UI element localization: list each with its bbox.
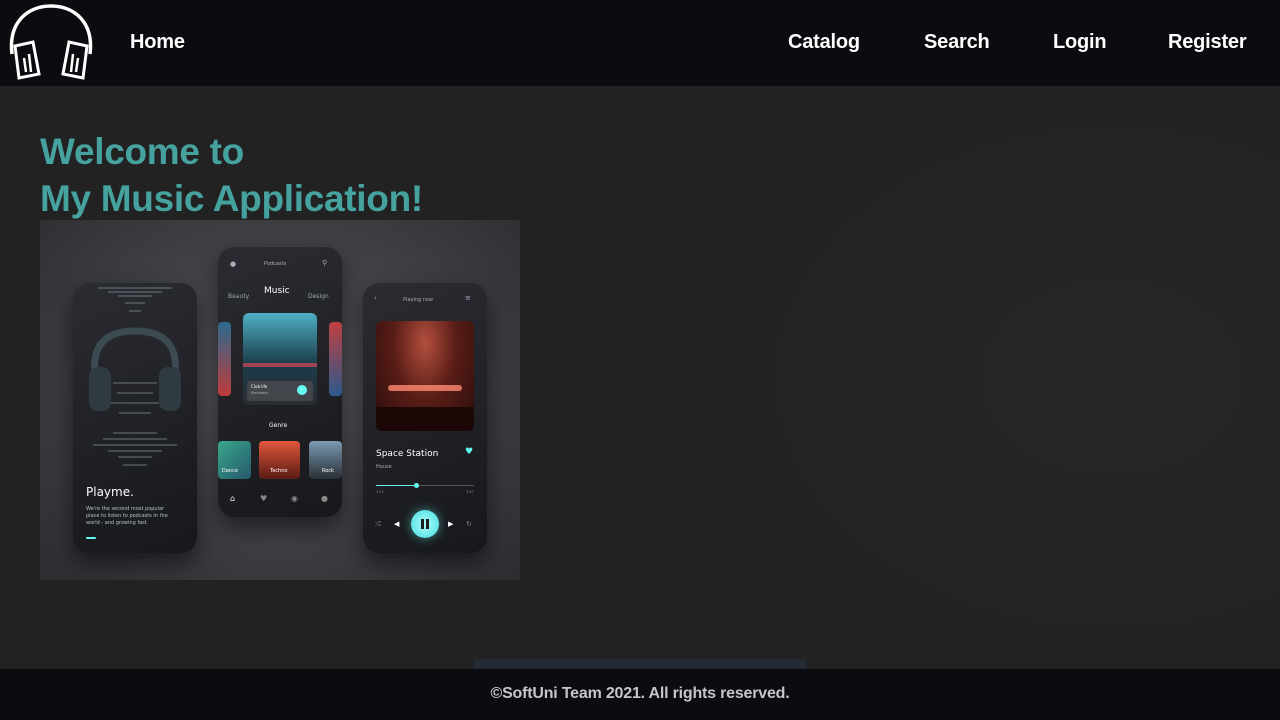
- bell-icon: ●: [230, 260, 237, 268]
- playme-tagline-3: world - and growing fast.: [86, 520, 149, 526]
- tab-music: Music: [264, 286, 290, 296]
- play-button-icon[interactable]: [297, 385, 307, 395]
- repeat-icon[interactable]: ↻: [466, 520, 472, 528]
- playing-now-header: Playing now: [403, 297, 434, 303]
- profile-icon[interactable]: ●: [321, 494, 328, 503]
- genre-label: Genre: [269, 422, 288, 429]
- track-title: Space Station: [376, 449, 439, 459]
- shuffle-icon[interactable]: ⤮: [375, 520, 381, 529]
- time-start: 1:21: [376, 490, 384, 494]
- club-life-title: Club life: [251, 384, 268, 389]
- hero-image: Playme. We're the second most popular pl…: [40, 220, 520, 580]
- pause-icon-bar: [426, 519, 429, 529]
- tab-design: Design: [308, 293, 329, 300]
- waveform-headphones-graphic: [89, 287, 181, 466]
- search-icon: ⚲: [322, 259, 328, 267]
- nav-home-link[interactable]: Home: [130, 31, 185, 54]
- navbar: Home Catalog Search Login Register: [0, 0, 1280, 86]
- playme-tagline-1: We're the second most popular: [86, 506, 165, 512]
- nav-login-link[interactable]: Login: [1053, 31, 1107, 54]
- podcasts-header: Podcasts: [264, 261, 287, 267]
- album-art-concert: [376, 321, 474, 431]
- genre-rock-label: Rock: [322, 468, 334, 474]
- pause-icon: [421, 519, 424, 529]
- home-icon[interactable]: ⌂: [230, 494, 235, 503]
- back-icon[interactable]: ‹: [374, 294, 377, 302]
- club-life-subtitle: Electronic: [251, 391, 269, 395]
- progress-thumb[interactable]: [414, 483, 419, 488]
- previous-icon[interactable]: ◀: [394, 520, 399, 528]
- phone-mockup-playme: Playme. We're the second most popular pl…: [73, 283, 197, 553]
- progress-fill: [376, 485, 416, 486]
- footer-copyright: ©SoftUni Team 2021. All rights reserved.: [490, 685, 790, 702]
- pager-dots: [86, 537, 96, 539]
- heart-icon[interactable]: ♥: [260, 494, 267, 503]
- genre-dance-label: Dance: [222, 468, 238, 474]
- next-icon[interactable]: ▶: [448, 520, 453, 528]
- tab-beauty: Beauty: [228, 293, 250, 300]
- footer-accent-strip: [474, 659, 806, 669]
- album-card-right: [329, 322, 342, 396]
- welcome-line-2: My Music Application!: [40, 178, 423, 219]
- footer: ©SoftUni Team 2021. All rights reserved.: [0, 669, 1280, 720]
- phone-mockup-player: ‹ Playing now ≡ Space Station House ♥ 1:…: [363, 283, 487, 553]
- playme-brand: Playme.: [86, 485, 134, 499]
- nav-register-link[interactable]: Register: [1168, 31, 1247, 54]
- genre-techno-label: Techno: [270, 468, 288, 474]
- welcome-line-1: Welcome to: [40, 131, 244, 172]
- pause-button[interactable]: [411, 510, 439, 538]
- phone-mockup-podcasts: ● Podcasts ⚲ Beauty Music Design Club li…: [218, 247, 342, 517]
- nav-search-link[interactable]: Search: [924, 31, 990, 54]
- favorite-heart-icon[interactable]: ♥: [465, 447, 473, 457]
- compass-icon[interactable]: ◉: [291, 494, 298, 503]
- welcome-heading: Welcome to My Music Application!: [40, 128, 423, 222]
- album-card-left: [218, 322, 231, 396]
- queue-icon[interactable]: ≡: [465, 294, 471, 302]
- track-artist: House: [376, 464, 392, 470]
- playme-tagline-2: place to listen to podcasts in the: [86, 513, 168, 519]
- background-texture: [720, 86, 1280, 669]
- nav-catalog-link[interactable]: Catalog: [788, 31, 860, 54]
- time-end: 3:47: [466, 490, 474, 494]
- headphones-logo-icon[interactable]: [4, 2, 98, 80]
